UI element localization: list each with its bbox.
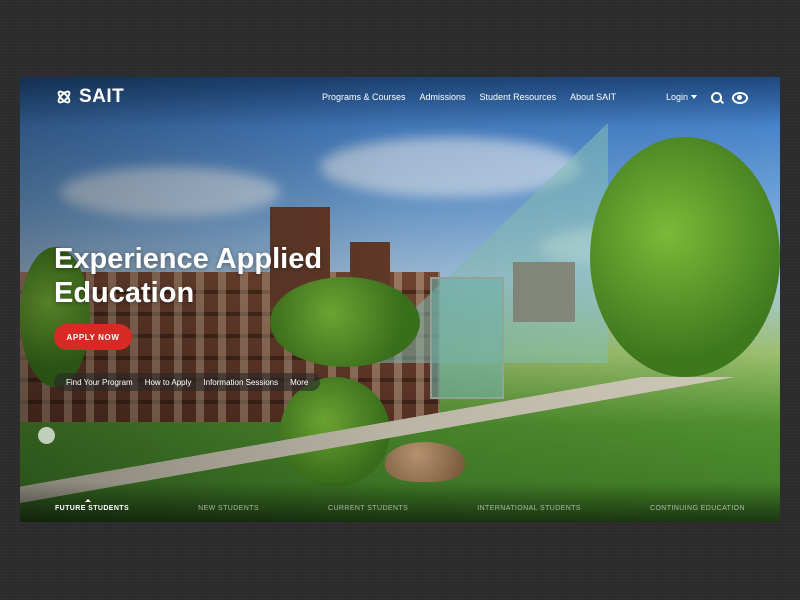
hero-title-line2: Education	[54, 277, 195, 309]
apply-now-button[interactable]: APPLY NOW	[54, 324, 132, 350]
sait-logo[interactable]: SAIT	[54, 86, 124, 108]
login-dropdown[interactable]: Login	[666, 92, 698, 102]
quick-link-find-program[interactable]: Find Your Program	[66, 378, 133, 387]
tab-current-students[interactable]: CURRENT STUDENTS	[328, 505, 408, 512]
nav-student-resources[interactable]: Student Resources	[480, 92, 557, 102]
quick-link-how-to-apply[interactable]: How to Apply	[145, 378, 192, 387]
quick-link-more[interactable]: More	[290, 378, 308, 387]
quick-links-bar: Find Your Program How to Apply Informati…	[54, 373, 321, 391]
chevron-down-icon	[691, 95, 698, 99]
login-label: Login	[666, 92, 689, 102]
tab-new-students[interactable]: NEW STUDENTS	[198, 505, 259, 512]
nav-admissions[interactable]: Admissions	[420, 92, 466, 102]
eye-icon[interactable]	[732, 92, 748, 104]
atom-logo-icon	[54, 87, 74, 107]
nav-about-sait[interactable]: About SAIT	[570, 92, 616, 102]
audience-tabs: FUTURE STUDENTS NEW STUDENTS CURRENT STU…	[20, 499, 780, 512]
quick-link-info-sessions[interactable]: Information Sessions	[203, 378, 278, 387]
tab-continuing-education[interactable]: CONTINUING EDUCATION	[650, 505, 745, 512]
logo-text: SAIT	[79, 86, 125, 107]
search-icon[interactable]	[711, 92, 722, 103]
nav-programs-courses[interactable]: Programs & Courses	[322, 92, 406, 102]
tab-future-students[interactable]: FUTURE STUDENTS	[55, 499, 129, 512]
website-frame: SAIT Programs & Courses Admissions Stude…	[20, 77, 780, 522]
hero-title: Experience Applied Education	[54, 242, 322, 310]
cursor-dot-icon	[38, 427, 55, 444]
tab-international-students[interactable]: INTERNATIONAL STUDENTS	[477, 505, 581, 512]
hero-title-line1: Experience Applied	[54, 243, 323, 275]
main-nav: Programs & Courses Admissions Student Re…	[322, 92, 616, 102]
